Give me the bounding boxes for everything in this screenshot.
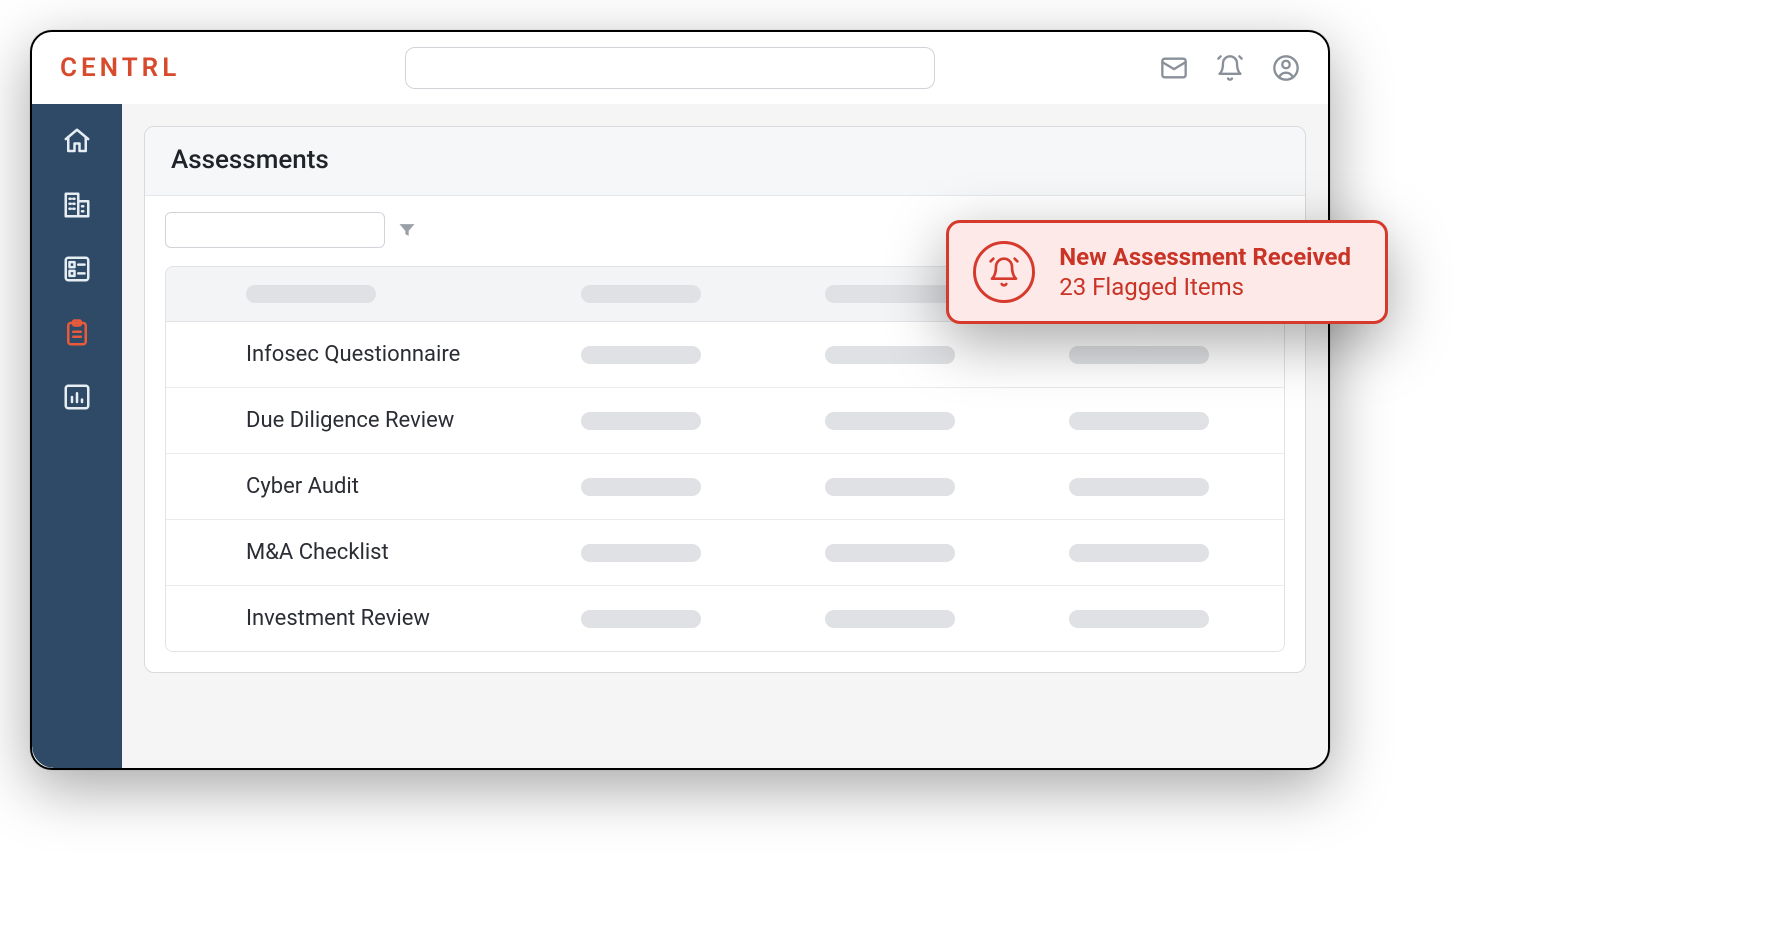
placeholder-pill: [825, 346, 955, 364]
panel-header: Assessments: [145, 127, 1305, 196]
sidebar-item-assessments[interactable]: [62, 318, 92, 348]
search-input[interactable]: [405, 47, 935, 89]
placeholder-pill: [825, 285, 955, 303]
placeholder-pill: [581, 478, 701, 496]
placeholder-pill: [1069, 610, 1209, 628]
placeholder-pill: [1069, 346, 1209, 364]
toast-text: New Assessment Received 23 Flagged Items: [1059, 243, 1351, 301]
toast-subtitle: 23 Flagged Items: [1059, 273, 1351, 301]
clipboard-icon: [62, 318, 92, 348]
placeholder-pill: [246, 285, 376, 303]
assessment-name: M&A Checklist: [186, 540, 516, 565]
table-col-header: [516, 285, 765, 303]
assessment-name: Cyber Audit: [186, 474, 516, 499]
placeholder-pill: [825, 544, 955, 562]
page-title: Assessments: [171, 145, 1279, 175]
placeholder-pill: [1069, 478, 1209, 496]
app-body: Assessments: [32, 104, 1328, 768]
placeholder-pill: [825, 478, 955, 496]
alert-bell-icon: [988, 256, 1020, 288]
filter-icon[interactable]: [397, 220, 417, 240]
table-row[interactable]: Investment Review: [166, 586, 1284, 651]
table-row[interactable]: Infosec Questionnaire: [166, 322, 1284, 388]
toast-title: New Assessment Received: [1059, 243, 1351, 271]
building-icon: [62, 190, 92, 220]
app-window: CENTRL: [30, 30, 1330, 770]
table-col-header: [186, 285, 516, 303]
table-row[interactable]: Due Diligence Review: [166, 388, 1284, 454]
placeholder-pill: [581, 544, 701, 562]
placeholder-pill: [825, 610, 955, 628]
mail-icon[interactable]: [1160, 54, 1188, 82]
placeholder-pill: [581, 346, 701, 364]
placeholder-pill: [825, 412, 955, 430]
topbar-icons: [1160, 54, 1300, 82]
notification-toast[interactable]: New Assessment Received 23 Flagged Items: [946, 220, 1388, 324]
barchart-icon: [62, 382, 92, 412]
placeholder-pill: [581, 610, 701, 628]
assessments-panel: Assessments: [144, 126, 1306, 673]
table-row[interactable]: Cyber Audit: [166, 454, 1284, 520]
search-wrap: [180, 47, 1160, 89]
user-circle-icon[interactable]: [1272, 54, 1300, 82]
home-icon: [62, 126, 92, 156]
topbar: CENTRL: [32, 32, 1328, 104]
sidebar-item-home[interactable]: [62, 126, 92, 156]
assessment-name: Due Diligence Review: [186, 408, 516, 433]
sidebar-item-reports[interactable]: [62, 382, 92, 412]
assessment-name: Infosec Questionnaire: [186, 342, 516, 367]
filter-input[interactable]: [165, 212, 385, 248]
toast-icon-circle: [973, 241, 1035, 303]
sidebar: [32, 104, 122, 768]
table-row[interactable]: M&A Checklist: [166, 520, 1284, 586]
placeholder-pill: [1069, 412, 1209, 430]
content-area: Assessments: [122, 104, 1328, 768]
sidebar-item-org[interactable]: [62, 190, 92, 220]
placeholder-pill: [1069, 544, 1209, 562]
placeholder-pill: [581, 412, 701, 430]
brand-logo: CENTRL: [60, 53, 180, 83]
placeholder-pill: [581, 285, 701, 303]
sidebar-item-tasks[interactable]: [62, 254, 92, 284]
assessment-name: Investment Review: [186, 606, 516, 631]
bell-icon[interactable]: [1216, 54, 1244, 82]
checklist-icon: [62, 254, 92, 284]
